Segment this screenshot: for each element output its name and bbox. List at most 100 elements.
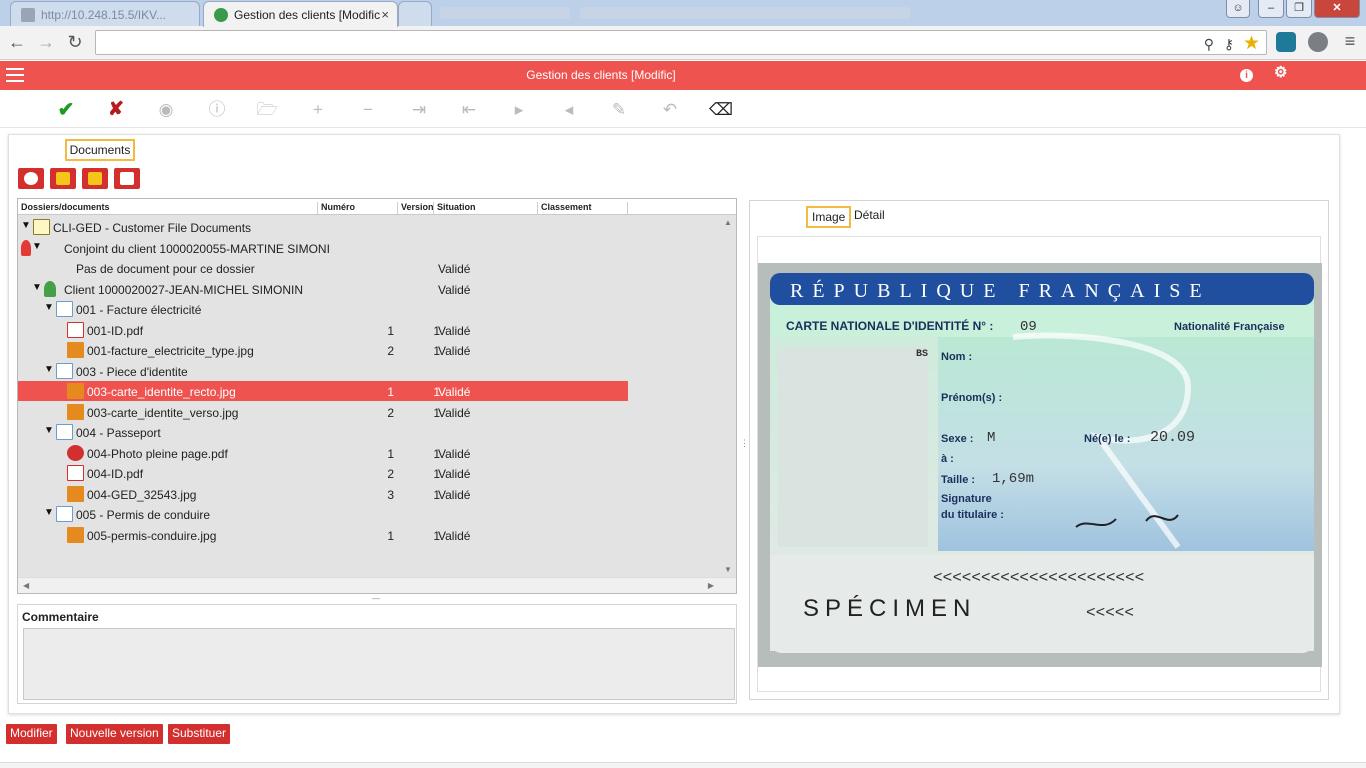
previous-icon[interactable]: ◂ [558,99,580,121]
horizontal-splitter[interactable]: — [372,594,380,603]
zoom-icon[interactable]: ⚲ [1204,36,1214,53]
expand-toggle-icon[interactable]: ▼ [32,282,42,293]
field-a-label: à : [941,453,954,465]
gear-icon[interactable]: ⚙ [1274,65,1287,80]
field-taille-value: 1,69m [992,471,1034,487]
tree-row-selected[interactable]: 003-carte_identite_recto.jpg 1 1 Validé [18,381,628,401]
scroll-left-icon[interactable]: ◀ [23,581,29,590]
menu-icon[interactable]: ≡ [1340,31,1360,52]
expand-toggle-icon[interactable]: ▼ [44,364,54,375]
expand-toggle-icon[interactable]: ▼ [44,425,54,436]
browser-tab-active[interactable]: Gestion des clients [Modific × [203,1,398,27]
forward-icon[interactable]: → [36,32,56,53]
scroll-up-icon[interactable]: ▲ [724,218,732,227]
tree-row[interactable]: 001-ID.pdf 1 1 Validé [18,320,628,340]
specimen-text: SPÉCIMEN [803,595,976,622]
new-tab-button[interactable] [398,1,432,26]
substitute-button[interactable]: Substituer [168,724,231,744]
address-bar[interactable]: ⚲ ⚷ ★ [95,30,1267,55]
extension-globe-icon[interactable] [1308,32,1328,52]
folder-icon [33,219,50,235]
eraser-icon[interactable]: ⌫ [709,99,733,121]
row-status: Validé [438,262,471,276]
img-icon [67,526,84,543]
add-plus-icon[interactable]: + [307,99,329,121]
scroll-down-icon[interactable]: ▼ [724,565,732,574]
close-window-button[interactable]: ✕ [1314,0,1360,18]
status-bar [0,762,1366,768]
tree-row[interactable]: ▼ 005 - Permis de conduire [18,504,628,524]
remove-minus-icon[interactable]: − [357,99,379,121]
column-header[interactable]: Dossiers/documents [18,202,318,214]
field-sexe-value: M [987,430,995,446]
info-icon[interactable]: ⓘ [206,99,228,121]
field-ne-value: 20.09 [1150,429,1195,446]
comment-label: Commentaire [22,610,99,624]
tree-row[interactable]: 004-GED_32543.jpg 3 1 Validé [18,484,628,504]
tree-row[interactable]: ▼ Client 1000020027-JEAN-MICHEL SIMONIN Va… [18,279,628,299]
tree-row-label: 001 - Facture électricité [76,303,202,317]
tree-row[interactable]: ▼ 003 - Piece d'identite [18,361,628,381]
person-red-icon [21,239,31,256]
column-header[interactable]: Classement [538,202,628,214]
maximize-button[interactable]: ❐ [1286,0,1312,18]
card-number: 09 [1020,319,1037,335]
column-header[interactable]: Numéro [318,202,398,214]
import-folder-button[interactable] [82,168,108,189]
tree-row[interactable]: 004-Photo pleine page.pdf 1 1 Validé [18,443,628,463]
go-first-icon[interactable]: ⇤ [458,99,480,121]
scroll-right-icon[interactable]: ▶ [708,581,714,590]
tab-documents[interactable]: Documents [65,139,135,161]
expand-toggle-icon[interactable]: ▼ [44,302,54,313]
expand-toggle-icon[interactable]: ▼ [21,220,31,231]
tab-image[interactable]: Image [806,206,852,228]
expand-toggle-icon[interactable]: ▼ [44,507,54,518]
field-sexe-label: Sexe : [941,433,973,445]
tree-row[interactable]: 003-carte_identite_verso.jpg 2 1 Validé [18,402,628,422]
info-icon[interactable]: i [1240,69,1253,82]
tree-row[interactable]: 005-permis-conduire.jpg 1 1 Validé [18,525,628,545]
next-icon[interactable]: ▸ [508,99,530,121]
row-version: 1 [433,528,440,543]
tab-detail[interactable]: Détail [850,206,889,228]
user-icon[interactable]: ☺ [1226,0,1250,18]
tree-row-label: 005-permis-conduire.jpg [87,528,217,543]
doc-arrow-icon [56,506,73,522]
expand-toggle-icon[interactable]: ▼ [32,241,42,252]
tree-row[interactable]: 001-facture_electricite_type.jpg 2 1 Validé [18,340,628,360]
tree-row-label: 004-Photo pleine page.pdf [87,446,228,461]
tree-row[interactable]: ▼ 004 - Passeport [18,422,628,442]
tree-row[interactable]: ▼ 001 - Facture électricité [18,299,628,319]
tree-row[interactable]: ▼ CLI-GED - Customer File Documents [18,217,628,237]
browser-tab-1[interactable]: http://10.248.15.5/IKV... [10,1,200,26]
undo-icon[interactable]: ↶ [659,99,681,121]
close-tab-icon[interactable]: × [381,7,389,22]
back-icon[interactable]: ← [7,32,27,53]
column-header[interactable]: Version [398,202,434,214]
horizontal-scrollbar[interactable]: ◀ ▶ [18,577,736,593]
column-header[interactable]: Situation [434,202,538,214]
tree-row[interactable]: ▼ Conjoint du client 1000020055-MARTINE S… [18,238,628,258]
vertical-splitter[interactable]: ⋮ [740,438,749,449]
edit-pencil-icon[interactable]: ✎ [608,99,630,121]
modify-button[interactable]: Modifier [6,724,57,744]
new-version-button[interactable]: Nouvelle version [66,724,163,744]
key-icon[interactable]: ⚷ [1224,36,1234,53]
edit-document-button[interactable] [114,168,140,189]
open-folder-icon[interactable]: 🗁 [256,99,278,121]
cancel-cross-icon[interactable]: ✘ [105,99,127,121]
reload-icon[interactable]: ↻ [65,32,85,53]
vertical-scrollbar[interactable]: ▲ ▼ [720,216,736,576]
extension-icon[interactable] [1276,32,1296,52]
search-binoculars-icon[interactable]: ◉ [155,99,177,121]
comment-textarea[interactable] [23,628,735,700]
add-folder-button[interactable] [50,168,76,189]
tree-row[interactable]: Pas de document pour ce dossier Validé [18,258,628,278]
go-last-icon[interactable]: ⇥ [408,99,430,121]
img-icon [67,383,84,399]
minimize-button[interactable]: – [1258,0,1284,18]
history-button[interactable] [18,168,44,189]
tree-row[interactable]: 004-ID.pdf 2 1 Validé [18,463,628,483]
validate-check-icon[interactable]: ✔ [55,99,77,121]
bookmark-star-icon[interactable]: ★ [1243,32,1260,55]
